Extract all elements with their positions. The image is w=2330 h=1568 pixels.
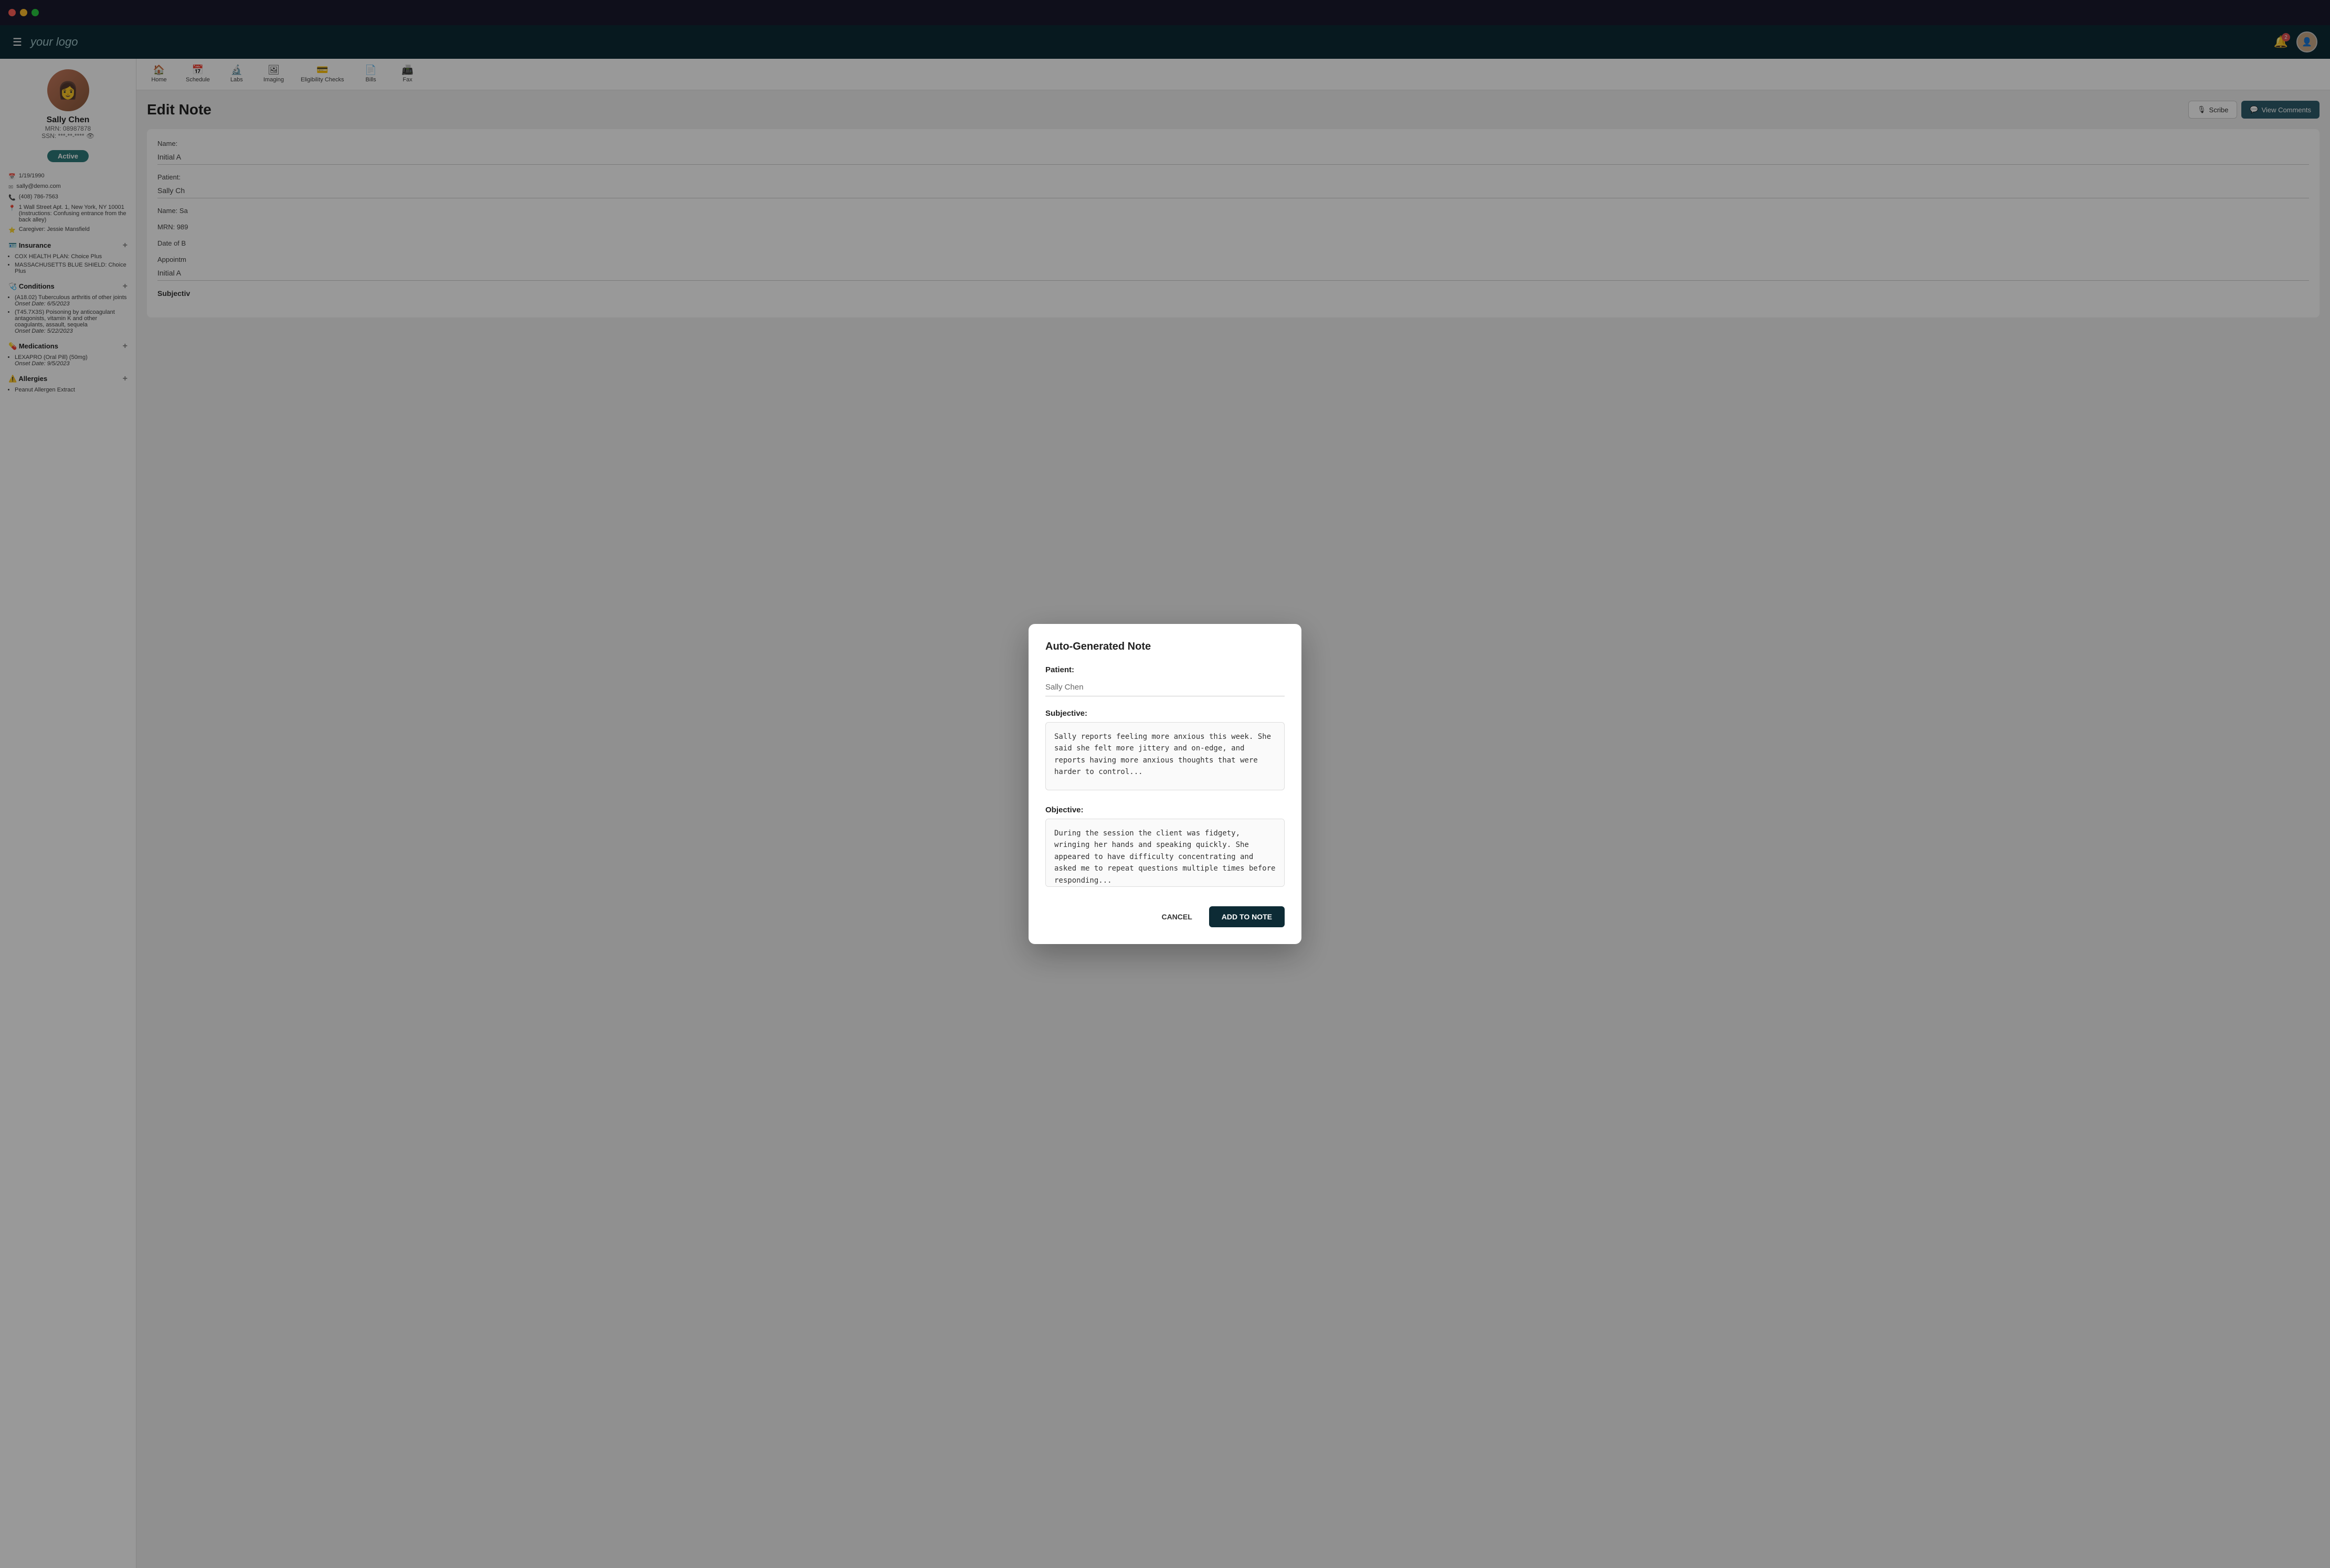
modal-subjective-textarea[interactable]: Sally reports feeling more anxious this …: [1045, 722, 1285, 790]
modal-objective-label: Objective:: [1045, 806, 1285, 814]
modal-patient-input[interactable]: [1045, 679, 1285, 696]
auto-generated-note-modal: Auto-Generated Note Patient: Subjective:…: [1029, 624, 1301, 944]
modal-objective-textarea[interactable]: During the session the client was fidget…: [1045, 819, 1285, 887]
add-to-note-button[interactable]: ADD TO NOTE: [1209, 906, 1285, 927]
modal-title: Auto-Generated Note: [1045, 641, 1285, 653]
modal-patient-label: Patient:: [1045, 665, 1285, 674]
modal-subjective-label: Subjective:: [1045, 709, 1285, 718]
modal-overlay[interactable]: Auto-Generated Note Patient: Subjective:…: [0, 0, 2330, 1568]
modal-footer: CANCEL ADD TO NOTE: [1045, 902, 1285, 927]
cancel-button[interactable]: CANCEL: [1153, 907, 1200, 926]
